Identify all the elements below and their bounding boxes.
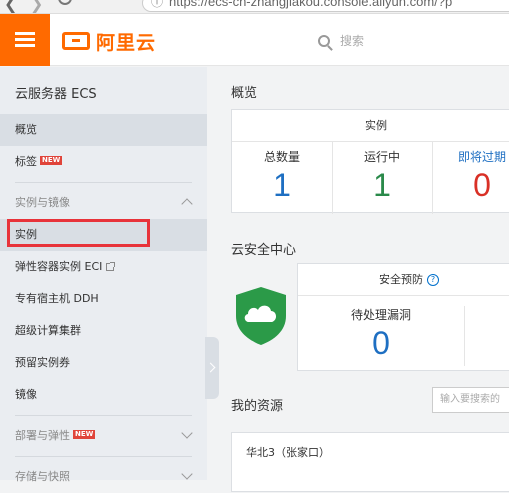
sidebar-item-label: 镜像 bbox=[15, 388, 37, 401]
security-card-header: 安全预防? bbox=[298, 264, 509, 296]
sidebar-group-storage[interactable]: 存储与快照 bbox=[0, 461, 207, 493]
menu-icon bbox=[15, 44, 35, 47]
stat-value: 0 bbox=[372, 325, 390, 361]
forward-arrow-icon[interactable]: ❯ bbox=[30, 0, 43, 13]
external-link-icon bbox=[106, 262, 116, 271]
sidebar-title: 云服务器 ECS bbox=[15, 87, 97, 102]
stat-value: 1 bbox=[373, 167, 391, 203]
address-text: https://ecs-cn-zhangjiakou.console.aliyu… bbox=[169, 0, 453, 9]
help-icon[interactable]: ? bbox=[427, 274, 439, 286]
back-arrow-icon[interactable]: ❮ bbox=[4, 0, 17, 13]
sidebar-item-overview[interactable]: 概览 bbox=[0, 114, 207, 146]
stat-label: 运行中 bbox=[363, 150, 400, 164]
sidebar-group-instances[interactable]: 实例与镜像 bbox=[0, 187, 207, 219]
search-placeholder: 搜索 bbox=[340, 34, 365, 48]
sidebar-item-reserved[interactable]: 预留实例券 bbox=[0, 347, 207, 379]
divider bbox=[15, 415, 192, 416]
address-bar[interactable]: ⓘ https://ecs-cn-zhangjiakou.console.ali… bbox=[142, 0, 509, 12]
sidebar-item-label: 概览 bbox=[15, 123, 37, 136]
sidebar-group-label: 实例与镜像 bbox=[15, 196, 70, 209]
sidebar-item-eci[interactable]: 弹性容器实例 ECI bbox=[0, 251, 207, 283]
aliyun-logo[interactable]: 阿里云 bbox=[62, 30, 157, 54]
sidebar-group-deploy[interactable]: 部署与弹性 NEW bbox=[0, 420, 207, 452]
stat-total[interactable]: 总数量 1 bbox=[232, 148, 332, 204]
security-shield-icon bbox=[236, 287, 286, 345]
security-card: 安全预防? 待处理漏洞 0 bbox=[297, 263, 509, 371]
browser-toolbar: ❮ ❯ ⓘ https://ecs-cn-zhangjiakou.console… bbox=[0, 0, 509, 14]
stat-label: 即将过期 bbox=[457, 150, 506, 164]
sidebar-item-label: 专有宿主机 DDH bbox=[15, 292, 99, 305]
security-card-header-label: 安全预防 bbox=[379, 273, 423, 286]
instances-card-header: 实例 bbox=[232, 110, 509, 142]
global-search[interactable]: 搜索 bbox=[318, 32, 364, 49]
stat-label: 总数量 bbox=[263, 150, 300, 164]
sidebar-group-label: 存储与快照 bbox=[15, 470, 70, 483]
menu-icon bbox=[15, 32, 35, 35]
new-badge: NEW bbox=[40, 156, 63, 165]
overview-title: 概览 bbox=[231, 86, 258, 101]
search-icon bbox=[318, 34, 330, 47]
resources-title: 我的资源 bbox=[231, 399, 284, 414]
new-badge: NEW bbox=[73, 430, 96, 439]
sidebar: 云服务器 ECS 概览 标签 NEW 实例与镜像 实例 弹性容器实例 ECI 专有… bbox=[0, 67, 207, 483]
sidebar-item-label: 标签 bbox=[15, 155, 37, 168]
sidebar-item-label: 预留实例券 bbox=[15, 356, 70, 369]
sidebar-collapse-handle[interactable] bbox=[205, 337, 219, 399]
reload-icon[interactable] bbox=[58, 0, 72, 5]
divider bbox=[15, 456, 192, 457]
stat-running[interactable]: 运行中 1 bbox=[332, 148, 432, 204]
lock-icon: ⓘ bbox=[151, 0, 164, 9]
sidebar-group-label: 部署与弹性 bbox=[15, 429, 70, 442]
sidebar-item-tags[interactable]: 标签 NEW bbox=[0, 146, 207, 178]
chevron-down-icon bbox=[181, 468, 193, 480]
stat-expiring[interactable]: 即将过期 0 bbox=[432, 148, 509, 204]
resources-search-input[interactable]: 输入要搜索的 bbox=[432, 387, 509, 413]
resources-card: 华北3（张家口） bbox=[231, 432, 509, 492]
sidebar-item-images[interactable]: 镜像 bbox=[0, 379, 207, 411]
annotation-highlight-box bbox=[7, 219, 150, 247]
divider bbox=[15, 182, 192, 183]
stat-pending-vulns[interactable]: 待处理漏洞 0 bbox=[316, 306, 446, 362]
sidebar-item-label: 超级计算集群 bbox=[15, 324, 81, 337]
menu-button[interactable] bbox=[0, 14, 50, 66]
stat-label: 待处理漏洞 bbox=[350, 308, 411, 322]
aliyun-logo-icon bbox=[62, 32, 90, 50]
divider bbox=[464, 306, 465, 366]
security-title: 云安全中心 bbox=[231, 243, 297, 258]
chevron-up-icon bbox=[181, 198, 193, 210]
sidebar-item-ddh[interactable]: 专有宿主机 DDH bbox=[0, 283, 207, 315]
logo-text: 阿里云 bbox=[96, 31, 157, 54]
chevron-down-icon bbox=[181, 427, 193, 439]
sidebar-item-label: 弹性容器实例 ECI bbox=[15, 260, 103, 273]
instances-card: 实例 总数量 1 运行中 1 即将过期 0 bbox=[231, 109, 509, 214]
stat-value: 1 bbox=[273, 167, 291, 203]
stat-value: 0 bbox=[473, 167, 491, 203]
sidebar-item-supercomputing[interactable]: 超级计算集群 bbox=[0, 315, 207, 347]
region-label[interactable]: 华北3（张家口） bbox=[246, 444, 330, 460]
menu-icon bbox=[15, 38, 35, 41]
console-topbar: 阿里云 搜索 bbox=[0, 14, 509, 66]
